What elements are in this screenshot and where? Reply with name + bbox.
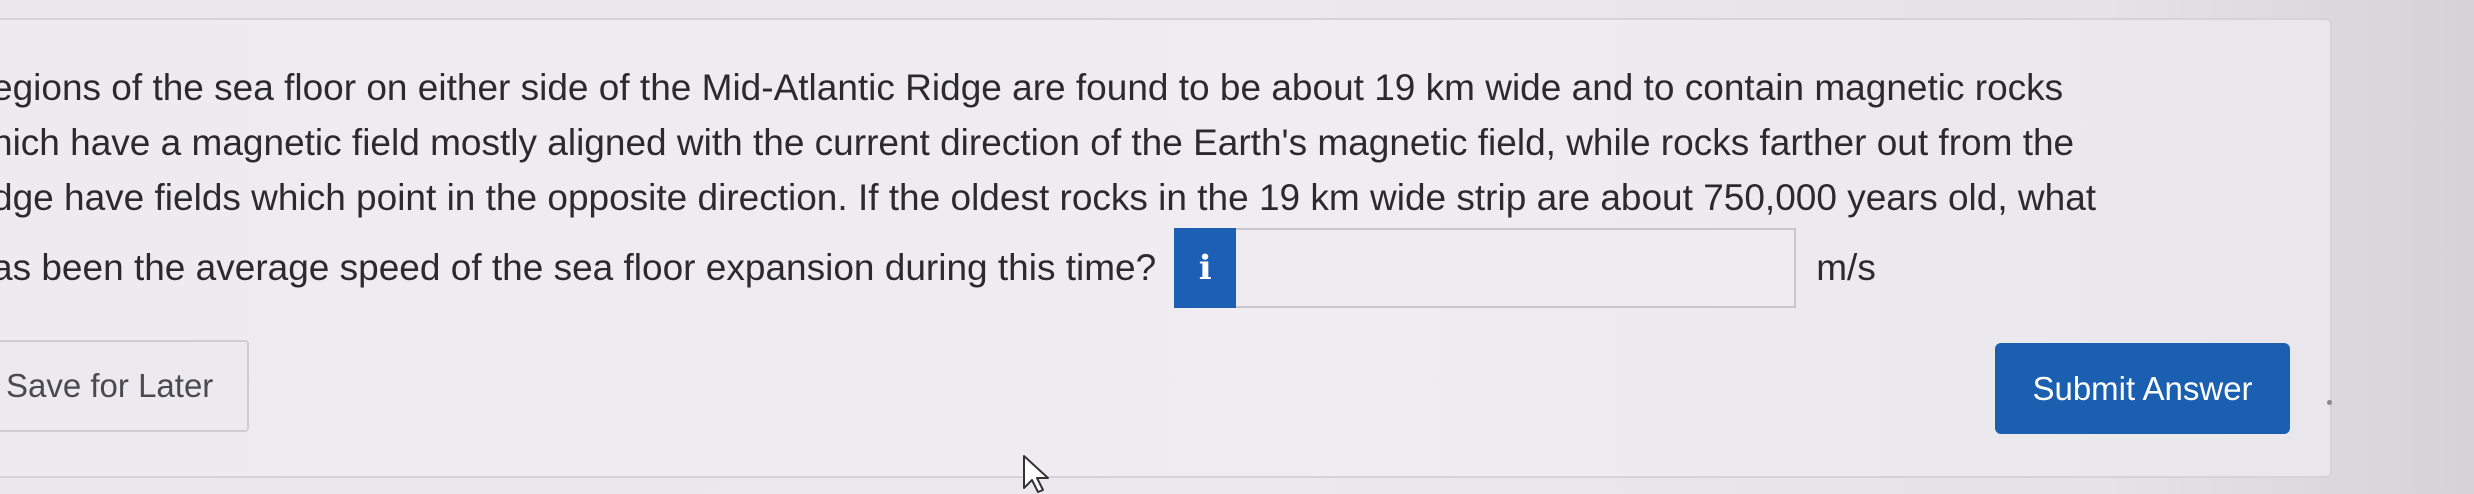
save-for-later-button[interactable]: Save for Later (0, 340, 249, 432)
answer-row: as been the average speed of the sea flo… (0, 226, 1876, 310)
question-text: egions of the sea floor on either side o… (0, 60, 2252, 225)
decorative-dot (2327, 400, 2332, 405)
question-line: hich have a magnetic field mostly aligne… (0, 122, 2075, 163)
info-icon[interactable]: i (1174, 228, 1237, 308)
units-label: m/s (1816, 247, 1876, 288)
question-line: dge have fields which point in the oppos… (0, 177, 2097, 218)
mouse-cursor-icon (1023, 455, 1049, 493)
question-prompt: as been the average speed of the sea flo… (0, 247, 1157, 288)
submit-answer-button[interactable]: Submit Answer (1995, 343, 2290, 434)
info-glyph: i (1198, 248, 1212, 288)
question-line: egions of the sea floor on either side o… (0, 67, 2064, 108)
answer-input[interactable] (1236, 228, 1797, 308)
